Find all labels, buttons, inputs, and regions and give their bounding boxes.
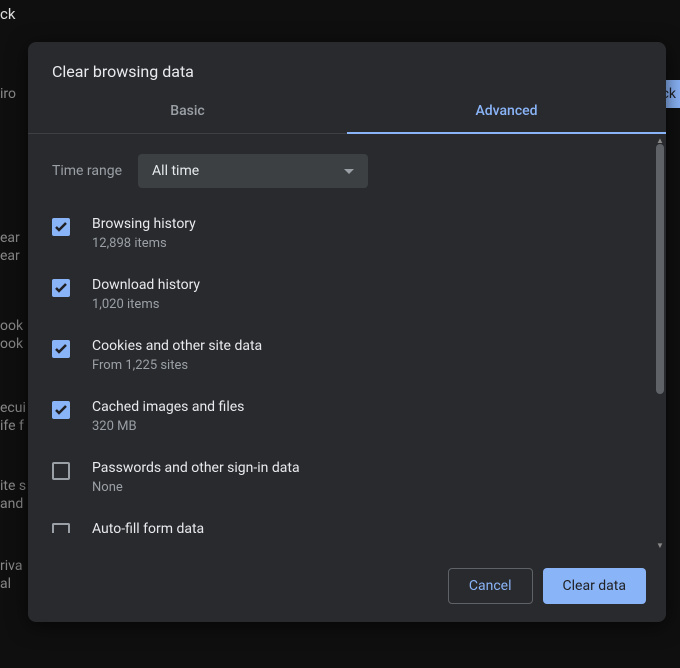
dialog-footer: Cancel Clear data bbox=[28, 552, 666, 622]
option-autofill: Auto-fill form data bbox=[52, 521, 630, 539]
time-range-dropdown[interactable]: All time bbox=[138, 154, 368, 188]
bg-text: ook bbox=[0, 336, 23, 352]
option-text: Download history 1,020 items bbox=[92, 277, 200, 312]
option-text: Auto-fill form data bbox=[92, 521, 204, 539]
bg-text: ear bbox=[0, 230, 20, 246]
bg-text: ife f bbox=[0, 418, 24, 434]
tab-advanced[interactable]: Advanced bbox=[347, 89, 666, 133]
option-subtitle: From 1,225 sites bbox=[92, 358, 262, 373]
tabs: Basic Advanced bbox=[28, 89, 666, 134]
option-title: Browsing history bbox=[92, 216, 196, 232]
check-icon bbox=[55, 344, 67, 354]
scroll-down-icon: ▼ bbox=[656, 541, 664, 550]
scrollbar[interactable]: ▲ ▼ bbox=[656, 138, 664, 548]
bg-text: al bbox=[0, 576, 11, 592]
bg-text: ear bbox=[0, 248, 20, 264]
checkbox-cached-images[interactable] bbox=[52, 401, 70, 419]
option-browsing-history: Browsing history 12,898 items bbox=[52, 216, 630, 251]
option-subtitle: None bbox=[92, 480, 300, 495]
option-text: Browsing history 12,898 items bbox=[92, 216, 196, 251]
time-range-value: All time bbox=[152, 163, 199, 179]
option-cached-images: Cached images and files 320 MB bbox=[52, 399, 630, 434]
checkbox-autofill[interactable] bbox=[52, 523, 70, 533]
option-subtitle: 320 MB bbox=[92, 419, 244, 434]
option-title: Cached images and files bbox=[92, 399, 244, 415]
time-range-label: Time range bbox=[52, 163, 122, 179]
option-subtitle: 12,898 items bbox=[92, 236, 196, 251]
time-range-row: Time range All time bbox=[52, 154, 630, 188]
checkbox-browsing-history[interactable] bbox=[52, 218, 70, 236]
option-text: Cached images and files 320 MB bbox=[92, 399, 244, 434]
cancel-button[interactable]: Cancel bbox=[448, 568, 533, 604]
option-title: Auto-fill form data bbox=[92, 521, 204, 537]
tab-basic[interactable]: Basic bbox=[28, 89, 347, 133]
clear-data-button[interactable]: Clear data bbox=[543, 568, 646, 604]
check-icon bbox=[55, 283, 67, 293]
dialog-title: Clear browsing data bbox=[52, 62, 642, 81]
scroll-area[interactable]: Time range All time Browsing history 12,… bbox=[28, 134, 654, 552]
option-download-history: Download history 1,020 items bbox=[52, 277, 630, 312]
option-passwords: Passwords and other sign-in data None bbox=[52, 460, 630, 495]
dialog-header: Clear browsing data bbox=[28, 42, 666, 89]
checkbox-download-history[interactable] bbox=[52, 279, 70, 297]
bg-text: ecui bbox=[0, 400, 26, 416]
checkbox-passwords[interactable] bbox=[52, 462, 70, 480]
bg-text: riva bbox=[0, 558, 22, 574]
checkbox-cookies[interactable] bbox=[52, 340, 70, 358]
option-text: Cookies and other site data From 1,225 s… bbox=[92, 338, 262, 373]
bg-text: ck bbox=[0, 5, 15, 23]
scrollbar-thumb[interactable] bbox=[656, 144, 664, 394]
bg-text: and bbox=[0, 496, 23, 512]
option-cookies: Cookies and other site data From 1,225 s… bbox=[52, 338, 630, 373]
bg-text: ook bbox=[0, 318, 23, 334]
option-subtitle: 1,020 items bbox=[92, 297, 200, 312]
dialog-body: Time range All time Browsing history 12,… bbox=[28, 134, 666, 552]
check-icon bbox=[55, 222, 67, 232]
option-title: Passwords and other sign-in data bbox=[92, 460, 300, 476]
bg-text: ite s bbox=[0, 478, 26, 494]
chevron-down-icon bbox=[344, 169, 354, 174]
bg-text: iro bbox=[0, 86, 16, 102]
check-icon bbox=[55, 405, 67, 415]
option-text: Passwords and other sign-in data None bbox=[92, 460, 300, 495]
option-title: Cookies and other site data bbox=[92, 338, 262, 354]
option-title: Download history bbox=[92, 277, 200, 293]
clear-browsing-data-dialog: Clear browsing data Basic Advanced Time … bbox=[28, 42, 666, 622]
